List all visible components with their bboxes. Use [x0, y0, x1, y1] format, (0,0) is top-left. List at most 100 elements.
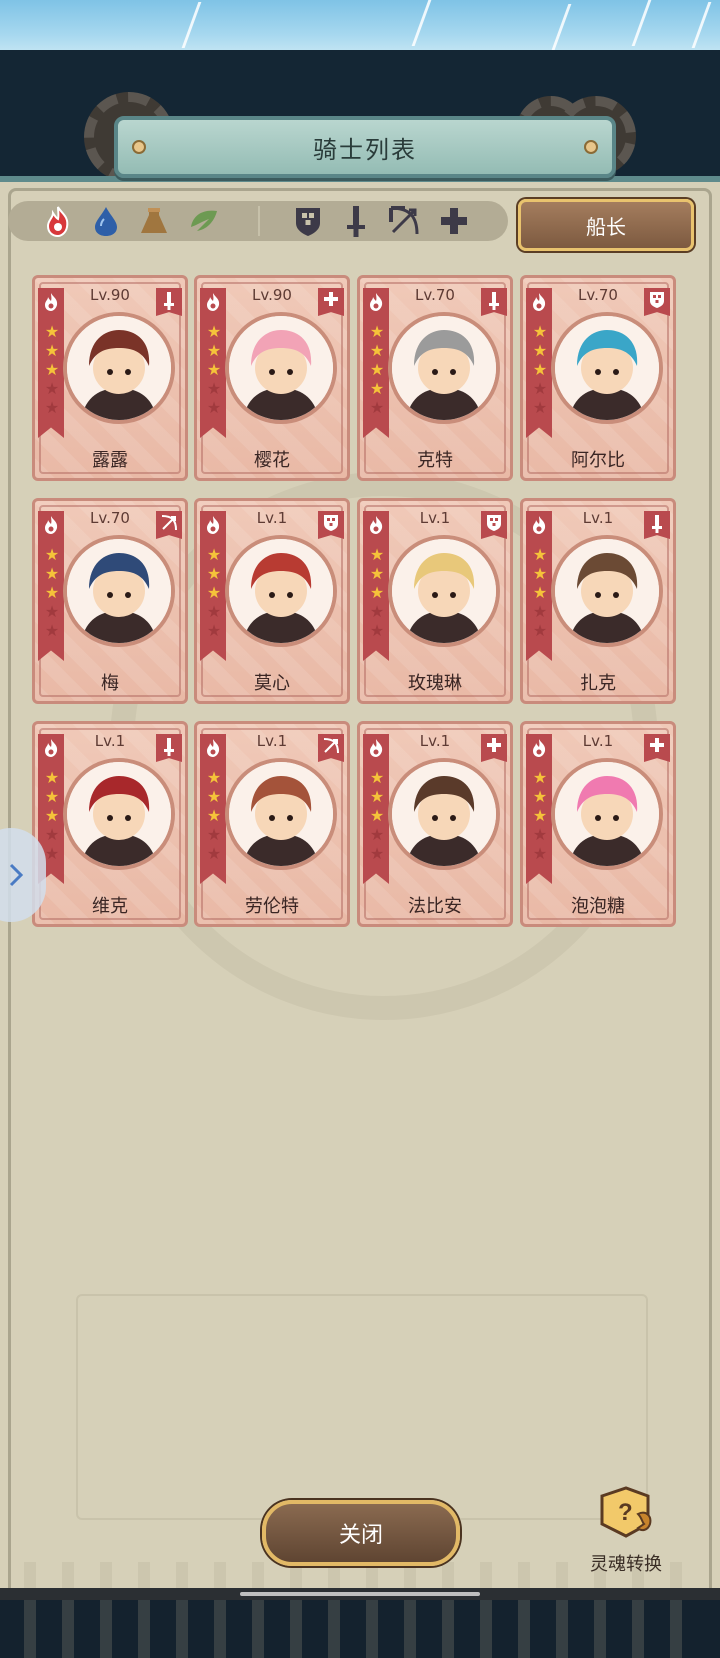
star-rating: ★ ★ ★ ★ ★	[206, 547, 222, 642]
star-rating: ★ ★ ★ ★ ★	[532, 324, 548, 419]
knight-card[interactable]: ★ ★ ★ ★ ★ Lv.1 泡泡糖	[520, 721, 676, 927]
star-filled-icon: ★	[369, 787, 385, 806]
knight-name: 法比安	[408, 896, 462, 917]
star-empty-icon: ★	[532, 825, 548, 844]
star-filled-icon: ★	[206, 341, 222, 360]
star-rating: ★ ★ ★ ★ ★	[369, 547, 385, 642]
star-filled-icon: ★	[532, 341, 548, 360]
rarity-ribbon: ★ ★ ★ ★ ★	[526, 288, 552, 438]
star-filled-icon: ★	[369, 564, 385, 583]
knight-level: Lv.1	[419, 732, 451, 750]
knight-level: Lv.1	[94, 732, 126, 750]
star-empty-icon: ★	[206, 844, 222, 863]
star-filled-icon: ★	[369, 379, 385, 398]
star-rating: ★ ★ ★ ★ ★	[44, 547, 60, 642]
rivet-icon	[132, 140, 146, 154]
star-empty-icon: ★	[532, 844, 548, 863]
rarity-ribbon: ★ ★ ★ ★ ★	[38, 288, 64, 438]
fire-filter-icon[interactable]	[40, 203, 76, 239]
filter-divider	[258, 206, 260, 236]
knight-card[interactable]: ★ ★ ★ ★ ★ Lv.1 玫瑰琳	[357, 498, 513, 704]
star-filled-icon: ★	[206, 768, 222, 787]
knight-card[interactable]: ★ ★ ★ ★ ★ Lv.1 扎克	[520, 498, 676, 704]
star-rating: ★ ★ ★ ★ ★	[206, 770, 222, 865]
knight-card[interactable]: ★ ★ ★ ★ ★ Lv.70 阿尔比	[520, 275, 676, 481]
rarity-ribbon: ★ ★ ★ ★ ★	[200, 288, 226, 438]
close-button[interactable]: 关闭	[262, 1500, 460, 1566]
star-empty-icon: ★	[206, 825, 222, 844]
rarity-ribbon: ★ ★ ★ ★ ★	[526, 511, 552, 661]
star-empty-icon: ★	[206, 621, 222, 640]
star-filled-icon: ★	[206, 322, 222, 341]
knight-card[interactable]: ★ ★ ★ ★ ★ Lv.70 克特	[357, 275, 513, 481]
knight-name: 维克	[92, 896, 128, 917]
star-filled-icon: ★	[206, 806, 222, 825]
wind-filter-icon[interactable]	[186, 203, 222, 239]
warrior-class-filter-icon[interactable]	[338, 203, 374, 239]
knight-portrait	[551, 758, 663, 870]
star-rating: ★ ★ ★ ★ ★	[206, 324, 222, 419]
detail-placeholder-box	[76, 1294, 648, 1520]
star-empty-icon: ★	[532, 602, 548, 621]
knight-level: Lv.70	[90, 509, 130, 527]
knight-card[interactable]: ★ ★ ★ ★ ★ Lv.90 露露	[32, 275, 188, 481]
knight-card[interactable]: ★ ★ ★ ★ ★ Lv.1 维克	[32, 721, 188, 927]
star-filled-icon: ★	[369, 341, 385, 360]
rarity-ribbon: ★ ★ ★ ★ ★	[38, 511, 64, 661]
star-filled-icon: ★	[369, 768, 385, 787]
chevron-right-icon	[9, 863, 24, 887]
knight-level: Lv.1	[419, 509, 451, 527]
star-filled-icon: ★	[44, 583, 60, 602]
knight-card[interactable]: ★ ★ ★ ★ ★ Lv.90 樱花	[194, 275, 350, 481]
star-filled-icon: ★	[532, 768, 548, 787]
star-filled-icon: ★	[44, 360, 60, 379]
support-class-filter-icon[interactable]	[436, 203, 472, 239]
star-rating: ★ ★ ★ ★ ★	[532, 770, 548, 865]
star-empty-icon: ★	[532, 398, 548, 417]
knight-name: 莫心	[254, 673, 290, 694]
star-filled-icon: ★	[44, 564, 60, 583]
soul-convert-label: 灵魂转换	[590, 1554, 662, 1575]
star-rating: ★ ★ ★ ★ ★	[44, 770, 60, 865]
rivet-icon	[584, 140, 598, 154]
star-filled-icon: ★	[44, 322, 60, 341]
knight-card[interactable]: ★ ★ ★ ★ ★ Lv.1 法比安	[357, 721, 513, 927]
knight-card[interactable]: ★ ★ ★ ★ ★ Lv.1 莫心	[194, 498, 350, 704]
water-filter-icon[interactable]	[88, 203, 124, 239]
star-filled-icon: ★	[369, 322, 385, 341]
knight-portrait	[63, 312, 175, 424]
star-filled-icon: ★	[532, 806, 548, 825]
knight-level: Lv.1	[582, 732, 614, 750]
knight-portrait	[388, 312, 500, 424]
knight-card[interactable]: ★ ★ ★ ★ ★ Lv.70 梅	[32, 498, 188, 704]
star-empty-icon: ★	[369, 825, 385, 844]
star-empty-icon: ★	[206, 602, 222, 621]
title-banner: 骑士列表	[114, 116, 616, 178]
captain-button[interactable]: 船长	[518, 199, 694, 251]
knight-portrait	[63, 535, 175, 647]
ranger-class-filter-icon[interactable]	[386, 203, 422, 239]
knight-portrait	[225, 312, 337, 424]
star-filled-icon: ★	[532, 322, 548, 341]
star-empty-icon: ★	[206, 379, 222, 398]
knight-level: Lv.90	[90, 286, 130, 304]
knight-card[interactable]: ★ ★ ★ ★ ★ Lv.1 劳伦特	[194, 721, 350, 927]
knight-portrait	[551, 312, 663, 424]
star-empty-icon: ★	[369, 602, 385, 621]
star-empty-icon: ★	[369, 621, 385, 640]
home-indicator[interactable]	[240, 1592, 480, 1596]
star-filled-icon: ★	[532, 583, 548, 602]
star-empty-icon: ★	[532, 621, 548, 640]
knight-name: 扎克	[580, 673, 616, 694]
tank-class-filter-icon[interactable]	[290, 203, 326, 239]
star-filled-icon: ★	[369, 583, 385, 602]
knight-portrait	[225, 758, 337, 870]
earth-filter-icon[interactable]	[136, 203, 172, 239]
star-filled-icon: ★	[44, 806, 60, 825]
knight-name: 阿尔比	[571, 450, 625, 471]
knight-portrait	[388, 758, 500, 870]
soul-convert-button[interactable]: ? 灵魂转换	[580, 1484, 672, 1580]
page-title: 骑士列表	[313, 135, 417, 164]
star-filled-icon: ★	[532, 545, 548, 564]
knight-level: Lv.70	[415, 286, 455, 304]
